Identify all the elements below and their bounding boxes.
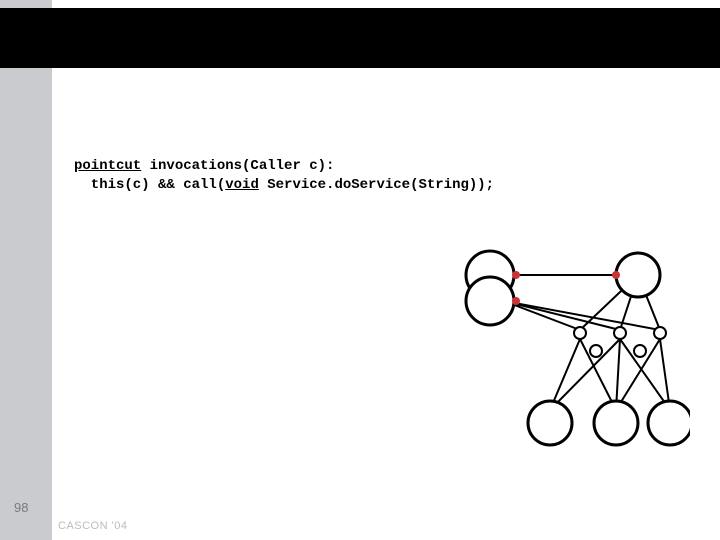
code-snippet: pointcut invocations(Caller c): this(c) … [74,157,494,195]
page-number: 98 [14,500,28,515]
code-seg3: Service.doService(String)); [259,177,494,193]
keyword-void: void [225,177,259,193]
left-accent-bar [0,0,52,540]
code-seg1: invocations(Caller c): [141,158,334,174]
object-diagram [430,245,690,455]
keyword-pointcut: pointcut [74,158,141,174]
footer-text: CASCON '04 [58,520,127,532]
code-seg2: this(c) && call( [74,177,225,193]
slide-title: context-passing aspects [64,6,473,48]
